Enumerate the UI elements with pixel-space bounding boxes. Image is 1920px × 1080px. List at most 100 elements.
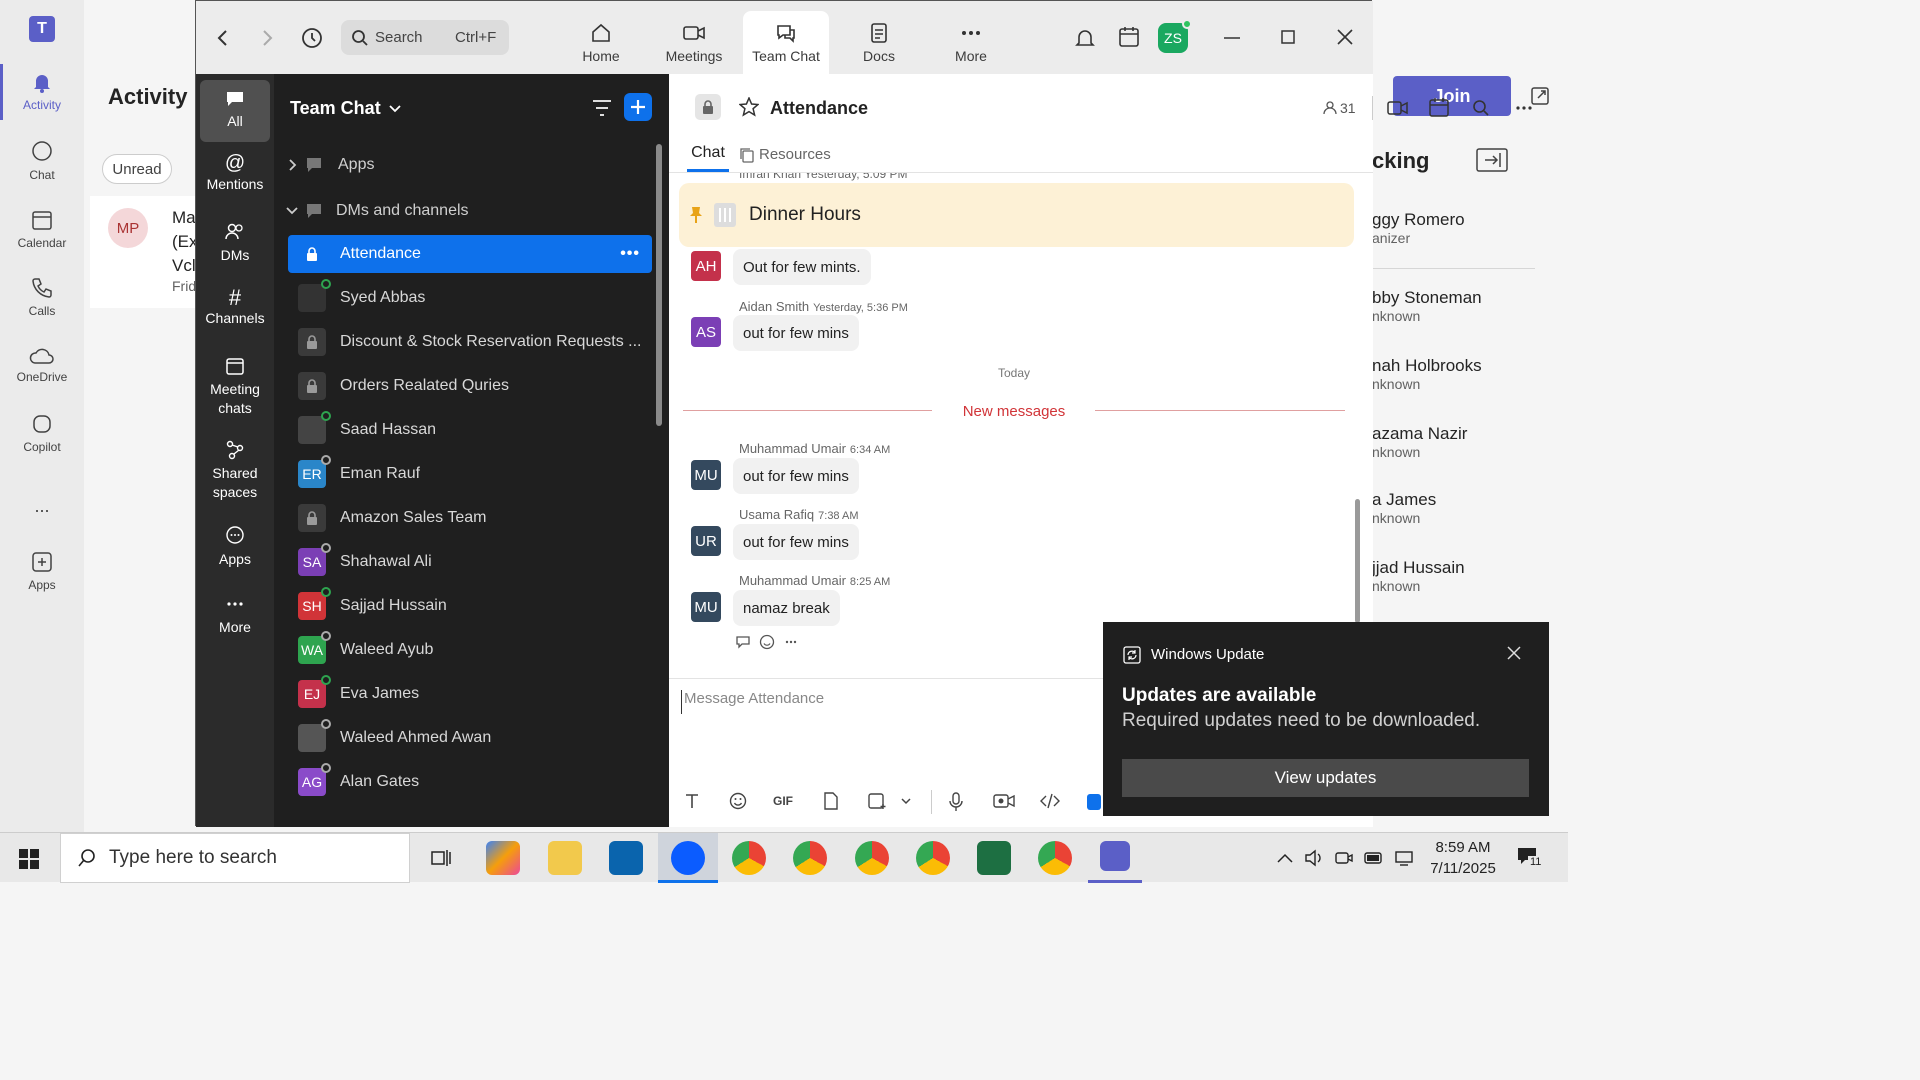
rail-chat[interactable]: Chat [0,140,84,182]
tab-resources[interactable]: Resources [739,146,831,163]
rail-onedrive[interactable]: OneDrive [0,346,84,384]
chat-list-item[interactable]: EJ Eva James [288,675,652,713]
chat-list-item[interactable]: Amazon Sales Team [288,499,652,537]
chat-list-item[interactable]: Orders Realated Quries [288,367,652,405]
forward-icon[interactable] [260,29,274,47]
zoom-taskbar-button[interactable] [658,833,718,883]
popout-icon[interactable] [1530,86,1550,106]
calendar-icon[interactable] [1429,97,1449,117]
search-box[interactable]: Search Ctrl+F [341,20,509,55]
chat-list-item[interactable]: Waleed Ahmed Awan [288,719,652,757]
tab-team-chat[interactable]: Team Chat [743,11,829,75]
chevron-up-icon[interactable] [1277,853,1293,863]
back-icon[interactable] [216,29,230,47]
tab-more[interactable]: More [928,11,1014,75]
tab-chat[interactable]: Chat [687,144,729,172]
rail-more[interactable]: ... [0,492,84,517]
messages-scrollbar[interactable] [1355,499,1360,623]
clock[interactable]: 8:59 AM 7/11/2025 [1422,837,1504,879]
taskbar-search[interactable]: Type here to search [60,833,410,883]
collapse-panel-icon[interactable] [1476,148,1508,172]
chat-list-item[interactable]: Syed Abbas [288,279,652,317]
chat-list-item[interactable]: SH Sajjad Hussain [288,587,652,625]
attendee[interactable]: nah Holbrooks nknown [1372,356,1482,392]
unread-filter[interactable]: Unread [102,154,172,184]
member-count[interactable]: 31 [1323,100,1356,116]
gif-icon[interactable]: GIF [773,794,793,808]
section-dms-channels[interactable]: DMs and channels [286,202,469,220]
message-bubble[interactable]: out for few mins [733,315,859,351]
nav-channels[interactable]: # Channels [200,287,270,328]
chrome-icon[interactable] [732,841,766,875]
nav-more[interactable]: More [200,594,270,637]
network-icon[interactable] [1394,849,1416,867]
search-icon[interactable] [1472,99,1490,117]
rail-calls[interactable]: Calls [0,276,84,318]
section-apps[interactable]: Apps [288,156,374,174]
microphone-icon[interactable] [949,792,963,812]
notification-center-button[interactable]: 11 [1516,846,1546,872]
view-updates-button[interactable]: View updates [1122,759,1529,797]
message-bubble[interactable]: namaz break [733,590,840,626]
file-icon[interactable] [823,792,839,810]
file-explorer-icon[interactable] [548,841,582,875]
screenshot-icon[interactable] [867,792,887,810]
chat-list-item[interactable]: WA Waleed Ayub [288,631,652,669]
nav-shared-spaces[interactable]: Shared spaces [200,440,270,502]
minimize-icon[interactable] [1224,36,1240,40]
battery-icon[interactable] [1364,850,1384,866]
reply-icon[interactable] [735,635,751,649]
nav-all[interactable]: All [200,80,270,142]
copilot-icon[interactable] [486,841,520,875]
nav-dms[interactable]: DMs [200,222,270,265]
message-bubble[interactable]: out for few mins [733,524,859,560]
message-bubble[interactable]: out for few mins [733,458,859,494]
more-icon[interactable]: ••• [620,245,640,263]
video-icon[interactable] [1387,99,1409,117]
attendee[interactable]: jjad Hussain nknown [1372,558,1465,594]
filter-icon[interactable] [592,99,612,117]
message-composer[interactable]: Message Attendance [681,690,1101,714]
chrome-icon[interactable] [916,841,950,875]
emoji-icon[interactable] [729,792,747,810]
list-scrollbar[interactable] [656,144,662,426]
close-icon[interactable] [1337,29,1353,45]
chat-list-item[interactable]: ER Eman Rauf [288,455,652,493]
pinned-message-banner[interactable]: Dinner Hours [679,183,1354,247]
attendee[interactable]: azama Nazir nknown [1372,424,1467,460]
more-icon[interactable] [785,640,797,644]
tab-docs[interactable]: Docs [836,11,922,75]
emoji-reaction-icon[interactable] [759,634,775,650]
video-message-icon[interactable] [993,792,1015,810]
calendar-icon[interactable] [1118,26,1140,48]
chevron-down-icon[interactable] [901,798,911,806]
chat-list-item[interactable]: Attendance ••• [288,235,652,273]
attendee[interactable]: ggy Romero anizer [1372,210,1465,246]
nav-meeting-chats[interactable]: Meeting chats [200,356,270,418]
chrome-icon[interactable] [793,841,827,875]
tab-meetings[interactable]: Meetings [651,11,737,75]
attendee[interactable]: a James nknown [1372,490,1436,526]
attendee[interactable]: bby Stoneman nknown [1372,288,1482,324]
list-title[interactable]: Team Chat [290,98,401,119]
message-bubble[interactable]: Out for few mints. [733,249,871,285]
rail-calendar[interactable]: Calendar [0,208,84,250]
code-snippet-icon[interactable] [1039,792,1061,810]
windows-start-icon[interactable] [19,849,39,869]
teams-taskbar-button[interactable] [1088,833,1142,883]
chat-list-item[interactable]: SA Shahawal Ali [288,543,652,581]
rail-activity[interactable]: Activity [0,70,84,112]
bell-icon[interactable] [1074,27,1096,49]
nav-mentions[interactable]: @ Mentions [200,153,270,194]
maximize-icon[interactable] [1281,30,1295,44]
tab-home[interactable]: Home [558,11,644,75]
new-chat-button[interactable] [624,93,652,121]
activity-item[interactable]: MP Ma (Ex Vcl Frid [90,196,198,308]
history-icon[interactable] [300,26,324,50]
rail-apps[interactable]: Apps [0,550,84,592]
excel-icon[interactable] [977,841,1011,875]
chrome-icon[interactable] [855,841,889,875]
close-icon[interactable] [1507,646,1521,660]
chrome-icon[interactable] [1038,841,1072,875]
rail-copilot[interactable]: Copilot [0,412,84,454]
